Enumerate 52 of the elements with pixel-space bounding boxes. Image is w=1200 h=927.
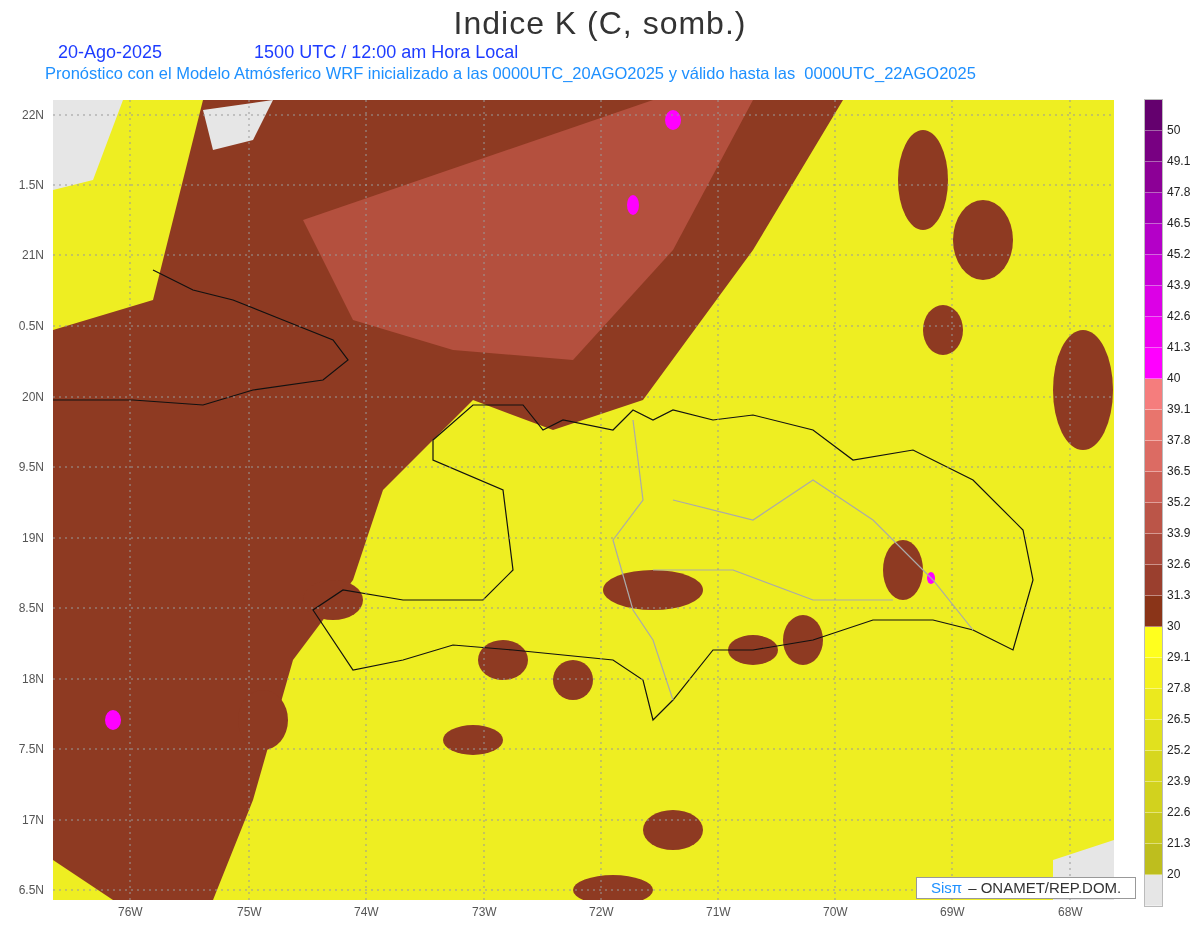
scale-label: 27.8 (1167, 681, 1191, 695)
latitude-label: 17N (22, 813, 44, 827)
scale-label: 32.6 (1167, 557, 1191, 571)
scale-label: 36.5 (1167, 464, 1191, 478)
latitude-label: 18N (22, 672, 44, 686)
scale-label: 29.1 (1167, 650, 1191, 664)
scale-label: 46.5 (1167, 216, 1191, 230)
longitude-label: 70W (823, 905, 848, 919)
forecast-time: 1500 UTC / 12:00 am Hora Local (254, 42, 519, 62)
scale-label: 39.1 (1167, 402, 1191, 416)
scale-label: 31.3 (1167, 588, 1191, 602)
longitude-label: 71W (706, 905, 731, 919)
scale-label: 42.6 (1167, 309, 1191, 323)
scale-label: 47.8 (1167, 185, 1191, 199)
longitude-label: 73W (472, 905, 497, 919)
latitude-label: 19N (22, 531, 44, 545)
scale-label: 43.9 (1167, 278, 1191, 292)
scale-label: 22.6 (1167, 805, 1191, 819)
latitude-label: 8.5N (18, 601, 44, 615)
scale-label: 40 (1167, 371, 1181, 385)
longitude-label: 75W (237, 905, 262, 919)
latitude-label: 6.5N (18, 883, 44, 897)
scale-label: 45.2 (1167, 247, 1191, 261)
latitude-label: 7.5N (18, 742, 44, 756)
scale-label: 25.2 (1167, 743, 1191, 757)
scale-label: 26.5 (1167, 712, 1191, 726)
longitude-label: 72W (589, 905, 614, 919)
forecast-subtitle: Pronóstico con el Modelo Atmósferico WRF inicializado a las 0000UTC_20AGO2025 y válido hasta las 0000UTC_22AGO2025 (45, 63, 976, 84)
scale-label: 30 (1167, 619, 1181, 633)
latitude-label: 20N (22, 390, 44, 404)
scale-label: 41.3 (1167, 340, 1191, 354)
scale-label: 50 (1167, 123, 1181, 137)
brand-name: Sisπ (931, 877, 963, 898)
scale-label: 20 (1167, 867, 1181, 881)
scale-label: 23.9 (1167, 774, 1191, 788)
latitude-label: 22N (22, 108, 44, 122)
scale-label: 35.2 (1167, 495, 1191, 509)
map-title: Indice K (C, somb.) (453, 4, 747, 42)
latitude-label: 9.5N (18, 460, 44, 474)
scale-label: 21.3 (1167, 836, 1191, 850)
forecast-date: 20-Ago-2025 (58, 42, 163, 62)
scale-label: 49.1 (1167, 154, 1191, 168)
scale-label: 33.9 (1167, 526, 1191, 540)
latitude-label: 1.5N (18, 178, 44, 192)
longitude-label: 74W (354, 905, 379, 919)
longitude-label: 68W (1058, 905, 1083, 919)
scale-label: 37.8 (1167, 433, 1191, 447)
longitude-label: 76W (118, 905, 143, 919)
latitude-label: 0.5N (18, 319, 44, 333)
credit-text: – ONAMET/REP.DOM. (968, 877, 1122, 898)
latitude-label: 21N (22, 248, 44, 262)
longitude-label: 69W (940, 905, 965, 919)
